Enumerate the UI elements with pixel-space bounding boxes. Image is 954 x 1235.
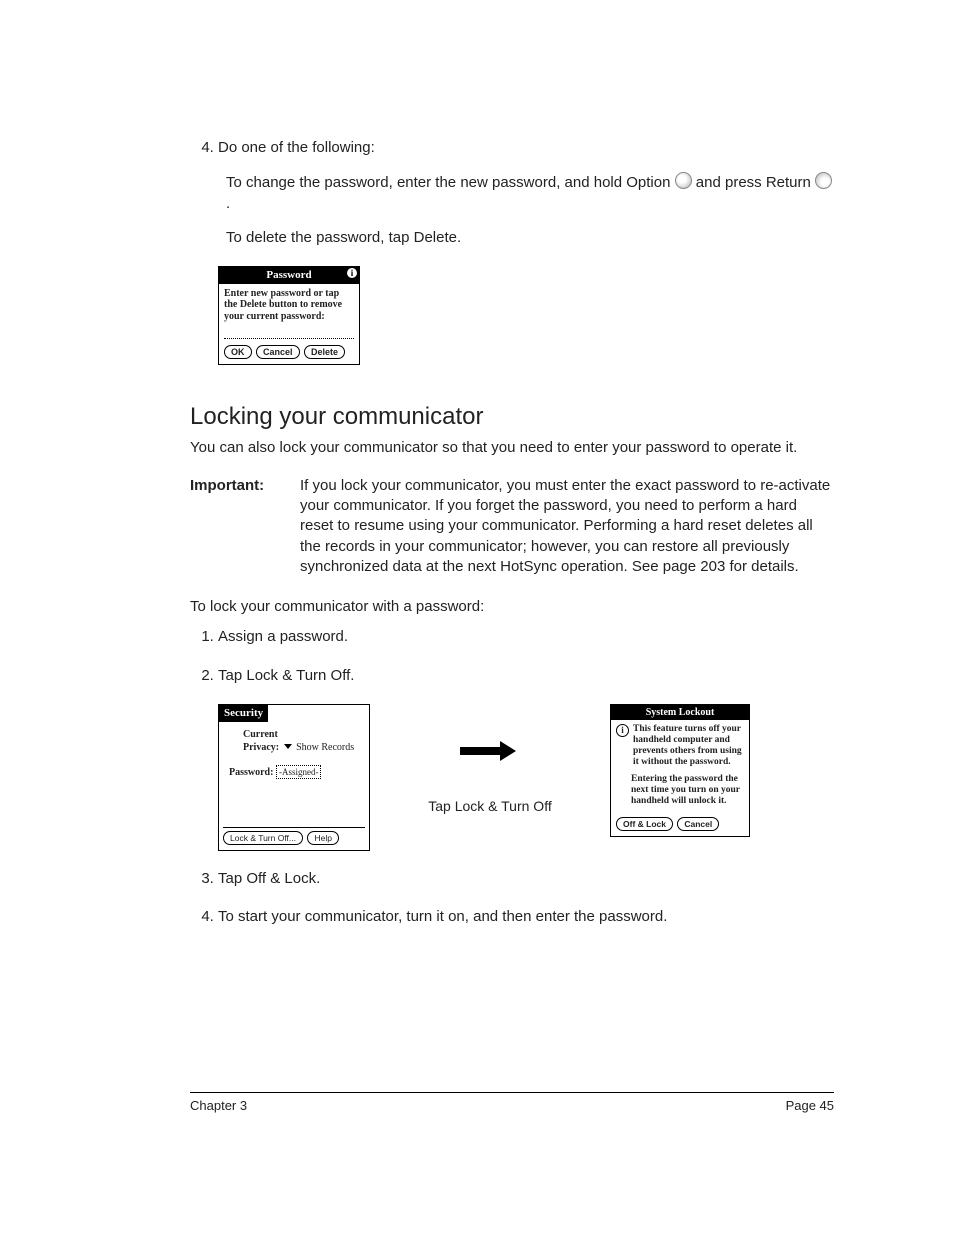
intro-paragraph: You can also lock your communicator so t… <box>190 438 834 458</box>
password-value[interactable]: -Assigned- <box>276 765 322 779</box>
password-input-line[interactable] <box>224 328 354 339</box>
lockout-p1: This feature turns off your handheld com… <box>633 724 744 768</box>
arrow-icon <box>460 744 520 758</box>
lockout-p2: Entering the password the next time you … <box>631 774 744 807</box>
info-icon: i <box>347 268 357 278</box>
info-icon: i <box>616 724 629 737</box>
page-footer: Chapter 3 Page 45 <box>190 1092 834 1115</box>
important-label: Important: <box>190 476 300 577</box>
password-dialog-body: Enter new password or tap the Delete but… <box>224 288 354 323</box>
security-tab: Security <box>219 705 268 722</box>
lock-step-3: Tap Off & Lock. <box>218 869 834 889</box>
help-button[interactable]: Help <box>307 831 338 845</box>
password-dialog: Password i Enter new password or tap the… <box>218 266 360 365</box>
step-4: Do one of the following: To change the p… <box>218 138 834 248</box>
lock-step-4: To start your communicator, turn it on, … <box>218 907 834 927</box>
dropdown-icon[interactable] <box>284 744 292 749</box>
delete-button[interactable]: Delete <box>304 345 345 359</box>
lock-procedure-heading: To lock your communicator with a passwor… <box>190 597 834 617</box>
lock-turnoff-button[interactable]: Lock & Turn Off... <box>223 831 303 845</box>
step4-lead: Do one of the following: <box>218 139 375 156</box>
figure-caption: Tap Lock & Turn Off <box>428 798 551 815</box>
lock-step-2: Tap Lock & Turn Off. <box>218 666 834 686</box>
cancel-button[interactable]: Cancel <box>256 345 300 359</box>
privacy-value[interactable]: Show Records <box>296 742 354 753</box>
return-key-icon <box>815 172 832 189</box>
section-heading: Locking your communicator <box>190 401 834 433</box>
system-lockout-dialog: System Lockout i This feature turns off … <box>610 704 750 837</box>
lockout-title: System Lockout <box>611 705 749 721</box>
lockout-cancel-button[interactable]: Cancel <box>677 817 719 831</box>
footer-page: Page 45 <box>786 1097 834 1115</box>
off-lock-button[interactable]: Off & Lock <box>616 817 673 831</box>
lock-step-1: Assign a password. <box>218 627 834 647</box>
password-dialog-title: Password i <box>219 267 359 284</box>
option-key-icon <box>675 172 692 189</box>
ok-button[interactable]: OK <box>224 345 252 359</box>
security-dialog: Security Current Privacy: Show Records P… <box>218 704 370 851</box>
footer-chapter: Chapter 3 <box>190 1097 247 1115</box>
step4-change-line: To change the password, enter the new pa… <box>226 172 834 214</box>
important-body: If you lock your communicator, you must … <box>300 476 834 577</box>
step4-delete-line: To delete the password, tap Delete. <box>226 228 834 248</box>
